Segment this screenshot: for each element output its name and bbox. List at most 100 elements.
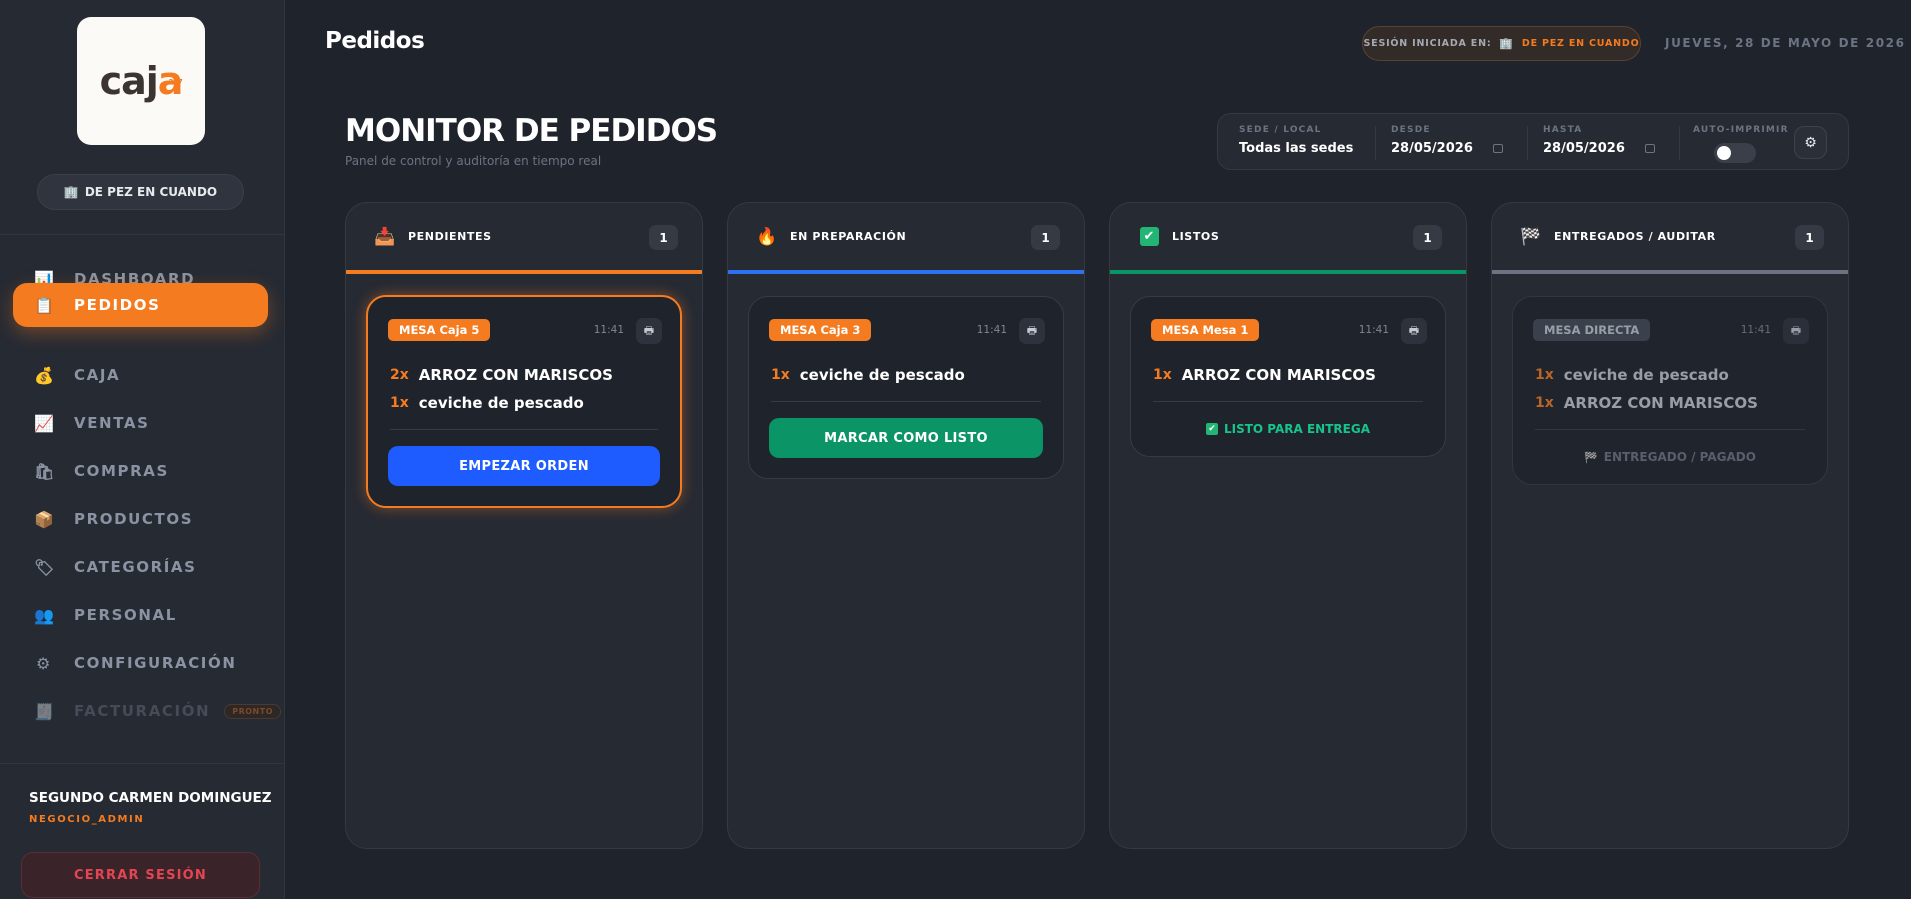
order-time: 11:41 (1358, 324, 1389, 336)
status-text: ENTREGADO / PAGADO (1603, 450, 1756, 464)
order-items: 1x ARROZ CON MARISCOS (1131, 361, 1445, 389)
order-card: MESA Caja 5 11:41 🖶 2x ARROZ CON MARISCO… (366, 295, 682, 508)
sidebar-item-label: COMPRAS (74, 462, 169, 480)
sidebar-item-label: CAJA (74, 366, 121, 384)
settings-button[interactable]: ⚙ (1794, 126, 1827, 159)
money-bag-icon: 💰 (34, 365, 56, 385)
sidebar-item-configuracion[interactable]: ⚙ CONFIGURACIÓN (13, 641, 268, 685)
sidebar: caja 24/7 🏢 DE PEZ EN CUANDO 📊 DASHBOARD … (0, 0, 285, 899)
monitor-subtitle: Panel de control y auditoría en tiempo r… (345, 154, 602, 168)
sidebar-divider (0, 234, 285, 235)
print-button[interactable]: 🖶 (1401, 318, 1427, 344)
item-qty: 1x (1535, 367, 1554, 383)
item-name: ARROZ CON MARISCOS (418, 366, 613, 384)
printer-icon: 🖶 (1790, 323, 1802, 337)
table-badge: MESA Caja 5 (388, 319, 491, 341)
column-en-preparacion: 🔥 EN PREPARACIÓN 1 MESA Caja 3 11:41 🖶 1… (727, 202, 1085, 849)
auto-print-toggle[interactable] (1714, 143, 1756, 163)
filter-divider (1679, 126, 1680, 160)
order-time: 11:41 (593, 324, 624, 336)
sede-filter[interactable]: SEDE / LOCAL Todas las sedes (1239, 125, 1353, 156)
sidebar-item-label: PRODUCTOS (74, 510, 194, 528)
print-button[interactable]: 🖶 (1783, 318, 1809, 344)
checkered-flag-icon: 🏁 (1584, 450, 1598, 464)
item-qty: 1x (390, 395, 409, 411)
item-name: ceviche de pescado (799, 366, 965, 384)
item-name: ceviche de pescado (1563, 366, 1729, 384)
sidebar-divider (0, 763, 285, 764)
print-button[interactable]: 🖶 (636, 318, 662, 344)
sidebar-item-ventas[interactable]: 📈 VENTAS (13, 401, 268, 445)
sidebar-item-personal[interactable]: 👥 PERSONAL (13, 593, 268, 637)
tag-icon: 🏷 (34, 557, 56, 577)
sidebar-item-label: CATEGORÍAS (74, 558, 197, 576)
sede-select[interactable]: Todas las sedes (1239, 141, 1353, 156)
sidebar-item-compras[interactable]: 🛍 COMPRAS (13, 449, 268, 493)
card-divider (771, 401, 1041, 402)
item-name: ARROZ CON MARISCOS (1181, 366, 1376, 384)
calendar-icon[interactable] (1644, 144, 1655, 153)
sede-label: SEDE / LOCAL (1239, 125, 1322, 135)
filter-divider (1375, 126, 1376, 160)
desde-filter[interactable]: DESDE 28/05/2026 (1391, 125, 1503, 156)
desde-date-value: 28/05/2026 (1391, 141, 1473, 156)
status-text: LISTO PARA ENTREGA (1223, 422, 1370, 436)
sidebar-item-label: VENTAS (74, 414, 150, 432)
order-item: 1x ARROZ CON MARISCOS (1535, 389, 1805, 417)
sidebar-item-pedidos[interactable]: 📋 PEDIDOS (13, 283, 268, 327)
column-count-badge: 1 (1031, 225, 1060, 250)
sidebar-item-caja[interactable]: 💰 CAJA (13, 353, 268, 397)
check-box-icon: ✔ (1205, 423, 1218, 435)
order-items: 1x ceviche de pescado (749, 361, 1063, 389)
column-listos: ✔ LISTOS 1 MESA Mesa 1 11:41 🖶 1x ARROZ … (1109, 202, 1467, 849)
session-label: SESIÓN INICIADA EN: (1363, 38, 1492, 49)
print-button[interactable]: 🖶 (1019, 318, 1045, 344)
sidebar-item-productos[interactable]: 📦 PRODUCTOS (13, 497, 268, 541)
coming-soon-badge: PRONTO (224, 703, 281, 719)
sidebar-item-categorias[interactable]: 🏷 CATEGORÍAS (13, 545, 268, 589)
table-badge: MESA Caja 3 (769, 319, 872, 341)
check-box-icon: ✔ (1138, 226, 1160, 248)
hasta-filter[interactable]: HASTA 28/05/2026 (1543, 125, 1655, 156)
fire-icon: 🔥 (756, 226, 778, 247)
filter-bar: SEDE / LOCAL Todas las sedes DESDE 28/05… (1217, 113, 1849, 170)
item-qty: 2x (390, 367, 409, 383)
column-title: PENDIENTES (408, 230, 492, 243)
column-header: ✔ LISTOS 1 (1110, 203, 1466, 274)
sidebar-item-label: PEDIDOS (74, 296, 161, 314)
desde-date-input[interactable]: 28/05/2026 (1391, 141, 1503, 156)
column-count-badge: 1 (1795, 225, 1824, 250)
hasta-date-input[interactable]: 28/05/2026 (1543, 141, 1655, 156)
order-item: 1x ceviche de pescado (1535, 361, 1805, 389)
session-store: DE PEZ EN CUANDO (1521, 38, 1640, 49)
printer-icon: 🖶 (1026, 323, 1038, 337)
table-badge: MESA DIRECTA (1533, 319, 1651, 341)
app-logo[interactable]: caja 24/7 (77, 17, 205, 145)
people-icon: 👥 (34, 605, 56, 625)
item-qty: 1x (1153, 367, 1172, 383)
calendar-icon[interactable] (1492, 144, 1503, 153)
monitor-title: MONITOR DE PEDIDOS (345, 113, 718, 149)
order-item: 1x ARROZ CON MARISCOS (1153, 361, 1423, 389)
item-name: ceviche de pescado (418, 394, 584, 412)
start-order-button[interactable]: EMPEZAR ORDEN (388, 446, 660, 486)
logout-button[interactable]: CERRAR SESIÓN (21, 852, 260, 898)
building-icon: 🏢 (1499, 37, 1514, 50)
store-selector[interactable]: 🏢 DE PEZ EN CUANDO (37, 174, 244, 210)
table-badge: MESA Mesa 1 (1151, 319, 1260, 341)
column-header: 📥 PENDIENTES 1 (346, 203, 702, 274)
toggle-knob (1717, 146, 1731, 160)
order-time: 11:41 (1740, 324, 1771, 336)
session-badge: SESIÓN INICIADA EN: 🏢 DE PEZ EN CUANDO (1362, 26, 1641, 61)
shopping-bags-icon: 🛍 (34, 461, 56, 481)
store-name: DE PEZ EN CUANDO (84, 185, 218, 199)
user-role: NEGOCIO_ADMIN (29, 814, 145, 825)
mark-ready-button[interactable]: MARCAR COMO LISTO (769, 418, 1043, 458)
receipt-icon: 🧾 (34, 701, 56, 721)
package-icon: 📦 (34, 509, 56, 529)
printer-icon: 🖶 (1408, 323, 1420, 337)
ready-status: ✔ LISTO PARA ENTREGA (1131, 402, 1445, 456)
auto-print-label: AUTO-IMPRIMIR (1693, 125, 1789, 135)
page-title: Pedidos (325, 28, 425, 54)
clipboard-icon: 📋 (34, 295, 56, 315)
